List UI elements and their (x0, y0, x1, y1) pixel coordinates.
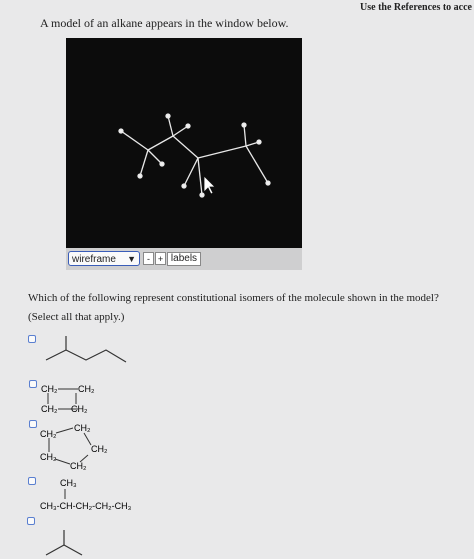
atom (159, 161, 165, 167)
references-link[interactable]: Use the References to acce (360, 2, 472, 13)
atom (265, 180, 271, 186)
atom (241, 122, 247, 128)
bond (167, 115, 174, 137)
option-3-label-right: CH₂ (91, 444, 108, 454)
atom (185, 123, 191, 129)
option-2-label-tl: CH₂ (41, 384, 58, 394)
option-5-structure-right (63, 544, 83, 556)
option-3-label-bottom-left: CH₂ (40, 452, 57, 462)
labels-button[interactable]: labels (167, 252, 201, 266)
bond (172, 135, 199, 159)
viewer-toolbar: wireframe ▼ - + labels (66, 248, 302, 270)
molecule-wireframe[interactable] (66, 38, 302, 248)
zoom-out-button[interactable]: - (143, 252, 154, 265)
option-4-chain-label: CH₃-CH-CH₂-CH₂-CH₃ (40, 501, 132, 511)
atom (118, 128, 124, 134)
bond (147, 149, 163, 165)
option-3-checkbox[interactable] (29, 420, 37, 428)
intro-text: A model of an alkane appears in the wind… (40, 16, 289, 30)
option-2-label-bl: CH₂ (41, 404, 58, 414)
option-5-checkbox[interactable] (27, 517, 35, 525)
option-3-bond-2 (83, 432, 92, 446)
atom (137, 173, 143, 179)
bond (139, 149, 149, 177)
atom (256, 139, 262, 145)
bond (243, 124, 247, 147)
atom (165, 113, 171, 119)
option-4-checkbox[interactable] (28, 477, 36, 485)
bond (147, 135, 174, 151)
option-3-bond-4 (54, 458, 71, 465)
option-3-label-top: CH₂ (74, 423, 91, 433)
chevron-down-icon: ▼ (127, 254, 136, 264)
option-3-label-bottom: CH₂ (70, 461, 87, 471)
display-mode-select[interactable]: wireframe ▼ (68, 251, 140, 266)
bond (172, 125, 189, 137)
option-3-bond-3 (79, 454, 89, 463)
cursor-icon (203, 175, 216, 195)
molecule-viewer[interactable]: wireframe ▼ - + labels (66, 38, 302, 270)
atom (199, 192, 205, 198)
bond (197, 157, 203, 196)
bond (183, 157, 199, 187)
option-2-label-tr: CH₂ (78, 384, 95, 394)
option-5-structure-left (45, 544, 65, 556)
atom (181, 183, 187, 189)
option-1-structure (45, 349, 127, 363)
display-mode-value: wireframe (72, 254, 116, 265)
bond (245, 145, 269, 184)
zoom-in-button[interactable]: + (155, 252, 166, 265)
option-2-checkbox[interactable] (29, 380, 37, 388)
option-1-checkbox[interactable] (28, 335, 36, 343)
question-text: Which of the following represent constit… (28, 292, 439, 304)
bond (197, 145, 247, 159)
option-4-branch-label: CH₃ (60, 478, 77, 488)
option-3-label-left: CH₂ (40, 429, 57, 439)
instruction-text: (Select all that apply.) (28, 311, 125, 323)
bond (120, 130, 149, 151)
option-2-label-br: CH₂ (71, 404, 88, 414)
option-3-bond-1 (55, 427, 74, 434)
